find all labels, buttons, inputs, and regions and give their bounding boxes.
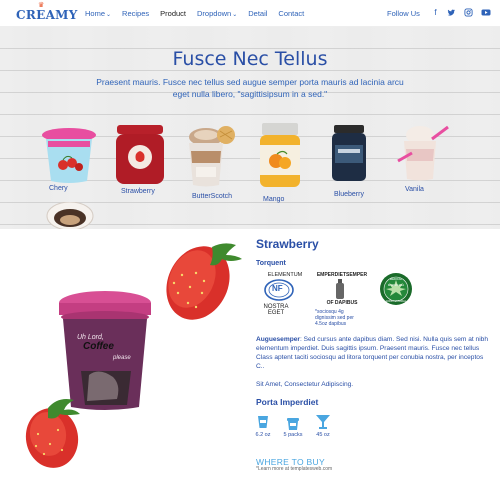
- product-vanila-image[interactable]: [396, 125, 450, 183]
- nav-detail-label: Detail: [248, 9, 268, 18]
- size-label-3: 45 oz: [316, 432, 330, 438]
- sizes-title: Porta Imperdiet: [256, 397, 319, 407]
- product-coffee-image[interactable]: [46, 202, 94, 229]
- product-mango-image[interactable]: [257, 123, 303, 189]
- tub-icon: [287, 417, 299, 430]
- nav-recipes[interactable]: Recipes: [122, 9, 149, 18]
- strawberry-bottom-image: [18, 394, 90, 470]
- product-butterscotch-label[interactable]: ButterScotch: [192, 193, 232, 200]
- natural-badge-icon: MEDICAL MARIJUANA 100% NATURAL: [379, 272, 413, 306]
- nav-home-label: Home: [85, 9, 106, 18]
- product-tagline: Sit Amet, Consectetur Adipiscing.: [256, 381, 354, 388]
- strawberry-top-image: [160, 235, 246, 323]
- main-menu: Home⌄ Recipes Product Dropdown⌄ Detail C…: [85, 9, 315, 18]
- cup-text-2: Coffee: [83, 341, 114, 352]
- facebook-icon[interactable]: f: [431, 8, 440, 17]
- size-label-1: 6.2 oz: [255, 432, 271, 438]
- product-blueberry-image[interactable]: [329, 125, 369, 183]
- nf-badge-icon: NF: [264, 279, 294, 301]
- product-title: Strawberry: [256, 237, 319, 251]
- product-strawberry-label[interactable]: Strawberry: [121, 188, 155, 195]
- product-chery-label[interactable]: Chery: [49, 185, 68, 192]
- hero-title: Fusce Nec Tellus: [172, 48, 328, 70]
- jar-badge-top-text: EMPERDIETSEMPER: [316, 272, 368, 278]
- product-butterscotch-image[interactable]: [186, 123, 236, 189]
- nav-dropdown[interactable]: Dropdown⌄: [197, 9, 237, 18]
- chevron-down-icon: ⌄: [106, 12, 112, 18]
- product-mango-label[interactable]: Mango: [263, 196, 284, 203]
- follow-us-label: Follow Us: [387, 9, 420, 18]
- product-vanila-label[interactable]: Vanila: [405, 186, 424, 193]
- nav-contact[interactable]: Contact: [278, 9, 304, 18]
- jar-badge-icon: [335, 279, 345, 299]
- nf-badge-mark: NF: [272, 284, 283, 293]
- brand-logo[interactable]: ♛ CREAMY: [16, 2, 77, 24]
- instagram-icon[interactable]: [464, 8, 473, 17]
- natural-badge-bottom-text: 100% NATURAL: [385, 299, 407, 303]
- youtube-icon[interactable]: [481, 8, 491, 17]
- chevron-down-icon: ⌄: [232, 12, 238, 18]
- top-navbar: ♛ CREAMY Home⌄ Recipes Product Dropdown⌄…: [0, 0, 500, 27]
- nf-badge-bottom-text: NOSTRA EGET: [263, 304, 289, 316]
- cup-text-3: please: [113, 355, 131, 361]
- nav-detail[interactable]: Detail: [248, 9, 267, 18]
- brand-logo-text: CREAMY: [16, 8, 78, 22]
- nav-recipes-label: Recipes: [122, 9, 150, 18]
- hero-subtitle: Praesent mauris. Fusce nec tellus sed au…: [96, 77, 404, 99]
- product-detail-section: Uh Lord, Coffee please Strawberry Torque…: [0, 229, 500, 500]
- jar-badge-note: *sociosqu 4g dignissim sed per 4.5oz dap…: [315, 309, 354, 327]
- product-strawberry-image[interactable]: [113, 125, 167, 187]
- nav-home[interactable]: Home⌄: [85, 9, 111, 18]
- product-description: Auguesemper: Sed cursus ante dapibus dia…: [256, 335, 488, 371]
- twitter-icon[interactable]: [447, 8, 456, 17]
- hero-section: Fusce Nec Tellus Praesent mauris. Fusce …: [0, 27, 500, 229]
- nav-contact-label: Contact: [278, 9, 305, 18]
- description-lead: Auguesemper: [256, 336, 300, 343]
- product-blueberry-label[interactable]: Blueberry: [334, 191, 364, 198]
- product-chery-image[interactable]: [41, 127, 97, 185]
- cocktail-glass-icon: [316, 415, 330, 429]
- jar-badge-bottom-text: OF DAPIBUS: [326, 300, 358, 306]
- where-to-buy-note: *Learn more at templatesweb.com: [256, 466, 333, 472]
- natural-badge-top-text: MEDICAL MARIJUANA: [387, 277, 405, 287]
- nav-dropdown-label: Dropdown: [197, 9, 232, 18]
- product-subtitle: Torquent: [256, 260, 286, 267]
- cup-icon: [257, 415, 269, 429]
- nav-product[interactable]: Product: [160, 9, 186, 18]
- nav-product-label: Product: [160, 9, 187, 18]
- nf-badge-top-text: ELEMENTUM: [267, 272, 303, 278]
- size-label-2: 5 packs: [283, 432, 303, 438]
